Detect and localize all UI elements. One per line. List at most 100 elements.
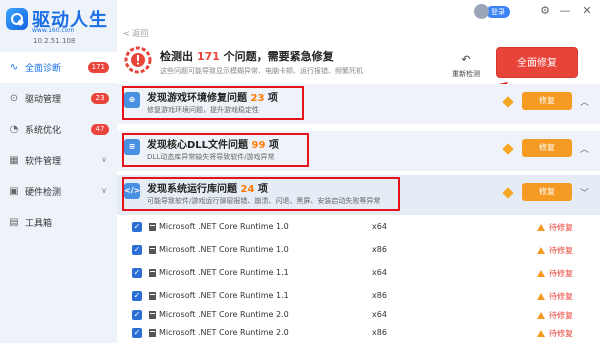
dll-file-icon: ≡ bbox=[124, 139, 140, 155]
section-description: 修复游戏环境问题，提升游戏稳定性 bbox=[147, 106, 259, 114]
item-name: Microsoft .NET Core Runtime 1.1 bbox=[159, 268, 289, 277]
summary-title-suffix: 个问题，需要紧急修复 bbox=[219, 50, 334, 63]
item-name: Microsoft .NET Core Runtime 1.1 bbox=[159, 291, 289, 300]
list-item[interactable]: ✓ Microsoft .NET Core Runtime 2.0 x86 待修… bbox=[117, 322, 600, 343]
gamepad-icon: ⊕ bbox=[124, 92, 140, 108]
chip-icon: ▣ bbox=[9, 185, 19, 197]
item-status: 待修复 bbox=[537, 310, 573, 321]
item-arch: x64 bbox=[372, 268, 387, 277]
item-name: Microsoft .NET Core Runtime 2.0 bbox=[159, 310, 289, 319]
sidebar-item-label: 驱动管理 bbox=[25, 95, 62, 105]
sidebar-item-label: 工具箱 bbox=[25, 219, 53, 229]
package-icon bbox=[149, 329, 156, 337]
chevron-down-icon: ∨ bbox=[101, 186, 107, 195]
close-icon[interactable]: ✕ bbox=[579, 3, 595, 19]
summary-title: 检测出 171 个问题，需要紧急修复 bbox=[160, 48, 334, 64]
item-arch: x86 bbox=[372, 245, 387, 254]
summary-title-prefix: 检测出 bbox=[160, 50, 197, 63]
item-name: Microsoft .NET Core Runtime 2.0 bbox=[159, 328, 289, 337]
section-unit: 项 bbox=[254, 184, 268, 195]
item-checkbox[interactable]: ✓ bbox=[132, 245, 142, 255]
list-item[interactable]: ✓ Microsoft .NET Core Runtime 1.1 x64 待修… bbox=[117, 262, 600, 285]
fix-all-button[interactable]: 全面修复 bbox=[496, 47, 578, 78]
apps-icon: ▦ bbox=[9, 154, 19, 166]
sidebar-item-label: 软件管理 bbox=[25, 157, 62, 167]
section-title-text: 发现游戏环境修复问题 bbox=[147, 93, 251, 104]
item-status-text: 待修复 bbox=[549, 246, 573, 255]
item-name: Microsoft .NET Core Runtime 1.0 bbox=[159, 222, 289, 231]
item-status-text: 待修复 bbox=[549, 223, 573, 232]
vip-diamond-icon bbox=[502, 187, 514, 199]
sidebar-item-toolbox[interactable]: ▤ 工具箱 bbox=[0, 207, 117, 238]
section-title-text: 发现核心DLL文件问题 bbox=[147, 140, 252, 151]
sidebar: 驱动人生 www.160.com 10.2.51.108 ∿ 全面诊断 171 … bbox=[0, 0, 117, 343]
sidebar-item-label: 全面诊断 bbox=[25, 64, 62, 74]
item-status-text: 待修复 bbox=[549, 311, 573, 320]
refresh-icon: ↶ bbox=[461, 53, 471, 66]
back-link[interactable]: < 返回 bbox=[123, 28, 148, 39]
chevron-down-icon: ∨ bbox=[101, 155, 107, 164]
fix-button[interactable]: 修复 bbox=[522, 139, 572, 157]
summary-description: 这些问题可能导致显示模糊异常、电脑卡顿、运行报错、频繁死机 bbox=[160, 67, 363, 75]
list-item[interactable]: ✓ Microsoft .NET Core Runtime 1.0 x64 待修… bbox=[117, 216, 600, 239]
toolbox-icon: ▤ bbox=[9, 216, 19, 228]
chevron-up-icon[interactable]: ︿ bbox=[580, 95, 589, 108]
package-icon bbox=[149, 311, 156, 319]
title-bar: 登录 ⚙ — ✕ < 返回 bbox=[117, 0, 600, 38]
item-checkbox[interactable]: ✓ bbox=[132, 328, 142, 338]
item-checkbox[interactable]: ✓ bbox=[132, 310, 142, 320]
warning-icon bbox=[537, 247, 545, 254]
item-status-text: 待修复 bbox=[549, 269, 573, 278]
count-badge: 171 bbox=[87, 62, 109, 73]
logo-icon bbox=[6, 8, 28, 30]
fix-button[interactable]: 修复 bbox=[522, 183, 572, 201]
minimize-icon[interactable]: — bbox=[557, 3, 573, 19]
section-count: 24 bbox=[240, 184, 255, 195]
item-status-text: 待修复 bbox=[549, 292, 573, 301]
warning-icon bbox=[537, 293, 545, 300]
section-runtime-library[interactable]: </> 发现系统运行库问题 24 项 可能导致软件/游戏运行弹窗报错、崩溃、闪退… bbox=[117, 175, 600, 215]
section-game-environment[interactable]: ⊕ 发现游戏环境修复问题 23 项 修复游戏环境问题，提升游戏稳定性 修复 ︿ bbox=[117, 84, 600, 124]
login-label: 登录 bbox=[486, 5, 510, 18]
item-checkbox[interactable]: ✓ bbox=[132, 222, 142, 232]
sidebar-item-system-optimize[interactable]: ◔ 系统优化 47 bbox=[0, 114, 117, 145]
package-icon bbox=[149, 292, 156, 300]
item-name: Microsoft .NET Core Runtime 1.0 bbox=[159, 245, 289, 254]
fix-button[interactable]: 修复 bbox=[522, 92, 572, 110]
sidebar-item-driver-management[interactable]: ⊙ 驱动管理 23 bbox=[0, 83, 117, 114]
gear-icon[interactable]: ⚙ bbox=[537, 3, 553, 19]
section-core-dll[interactable]: ≡ 发现核心DLL文件问题 99 项 DLL动态库异常缺失将导致软件/游戏异常 … bbox=[117, 131, 600, 171]
vip-diamond-icon bbox=[502, 96, 514, 108]
pulse-icon: ∿ bbox=[9, 61, 19, 73]
section-unit: 项 bbox=[264, 93, 278, 104]
list-item[interactable]: ✓ Microsoft .NET Core Runtime 1.0 x86 待修… bbox=[117, 239, 600, 262]
item-status: 待修复 bbox=[537, 245, 573, 256]
avatar bbox=[474, 4, 489, 19]
item-status: 待修复 bbox=[537, 222, 573, 233]
app-url: www.160.com bbox=[32, 27, 75, 34]
section-description: 可能导致软件/游戏运行弹窗报错、崩溃、闪退、黑屏、安装启动失败等异常 bbox=[147, 197, 381, 205]
vip-diamond-icon bbox=[502, 143, 514, 155]
item-status: 待修复 bbox=[537, 268, 573, 279]
section-title: 发现核心DLL文件问题 99 项 bbox=[147, 136, 279, 151]
item-status: 待修复 bbox=[537, 291, 573, 302]
sidebar-item-full-diagnosis[interactable]: ∿ 全面诊断 171 bbox=[0, 52, 117, 83]
chevron-down-icon[interactable]: ﹀ bbox=[580, 186, 589, 199]
package-icon bbox=[149, 246, 156, 254]
item-arch: x86 bbox=[372, 291, 387, 300]
section-title: 发现游戏环境修复问题 23 项 bbox=[147, 89, 278, 104]
login-button[interactable]: 登录 bbox=[474, 4, 518, 19]
warning-icon bbox=[537, 312, 545, 319]
rescan-button[interactable]: ↶ 重新检测 bbox=[446, 54, 486, 79]
chevron-up-icon[interactable]: ︿ bbox=[580, 142, 589, 155]
section-title: 发现系统运行库问题 24 项 bbox=[147, 180, 268, 195]
warning-icon bbox=[537, 270, 545, 277]
sidebar-item-hardware-detection[interactable]: ▣ 硬件检测 ∨ bbox=[0, 176, 117, 207]
package-icon bbox=[149, 269, 156, 277]
warning-shield-icon bbox=[124, 46, 152, 74]
sidebar-item-software-management[interactable]: ▦ 软件管理 ∨ bbox=[0, 145, 117, 176]
item-checkbox[interactable]: ✓ bbox=[132, 291, 142, 301]
item-arch: x64 bbox=[372, 310, 387, 319]
item-checkbox[interactable]: ✓ bbox=[132, 268, 142, 278]
code-icon: </> bbox=[124, 183, 140, 199]
